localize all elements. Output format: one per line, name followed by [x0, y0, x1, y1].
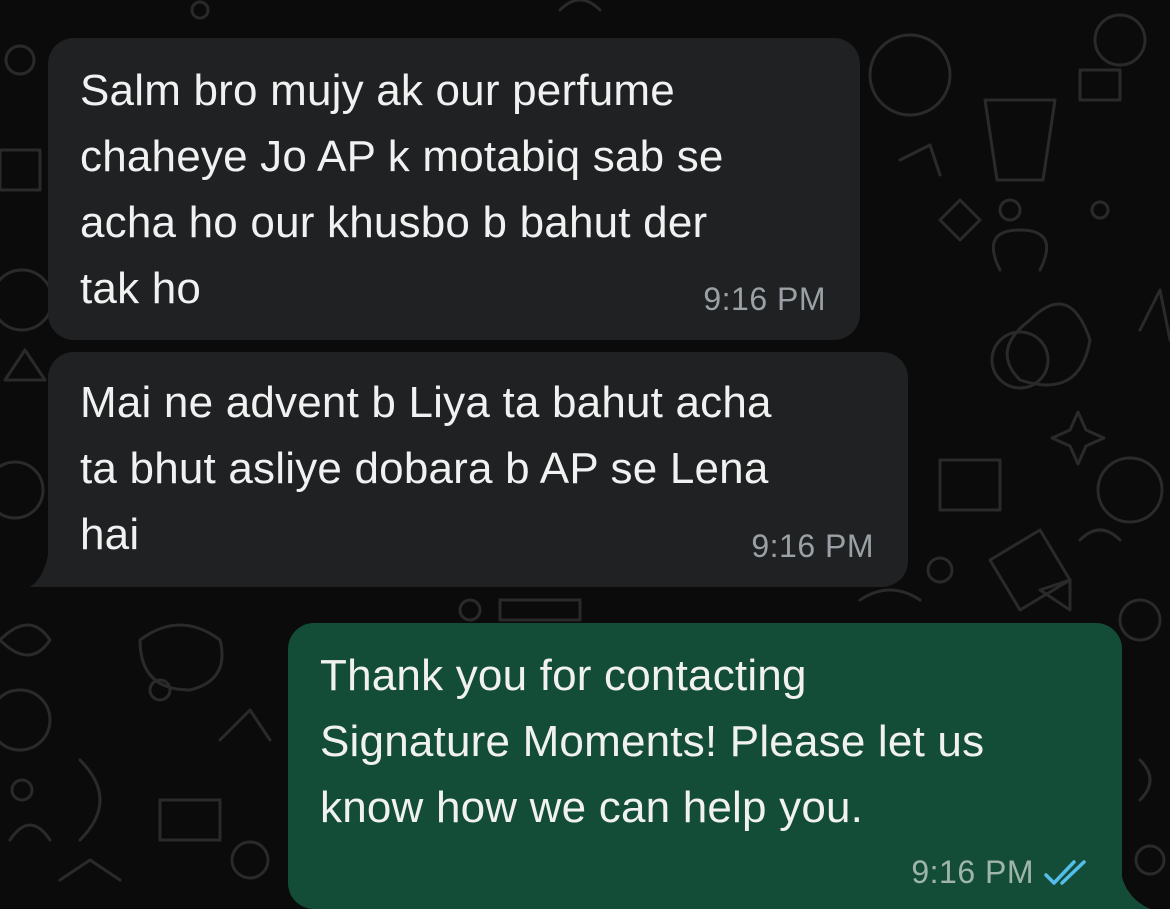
message-timestamp: 9:16 PM	[911, 854, 1034, 890]
outgoing-bubble-tail	[1122, 877, 1150, 909]
message-text: Thank you for contacting Signature Momen…	[320, 651, 985, 832]
message-timestamp: 9:16 PM	[703, 281, 826, 317]
incoming-bubble-tail	[30, 555, 48, 587]
outgoing-message-bubble[interactable]: Thank you for contacting Signature Momen…	[288, 623, 1122, 909]
message-timestamp: 9:16 PM	[751, 528, 874, 564]
double-check-icon	[1044, 860, 1086, 885]
incoming-message-bubble[interactable]: Salm bro mujy ak our perfume chaheye Jo …	[48, 38, 860, 340]
incoming-message-bubble[interactable]: Mai ne advent b Liya ta bahut acha ta bh…	[48, 352, 908, 587]
